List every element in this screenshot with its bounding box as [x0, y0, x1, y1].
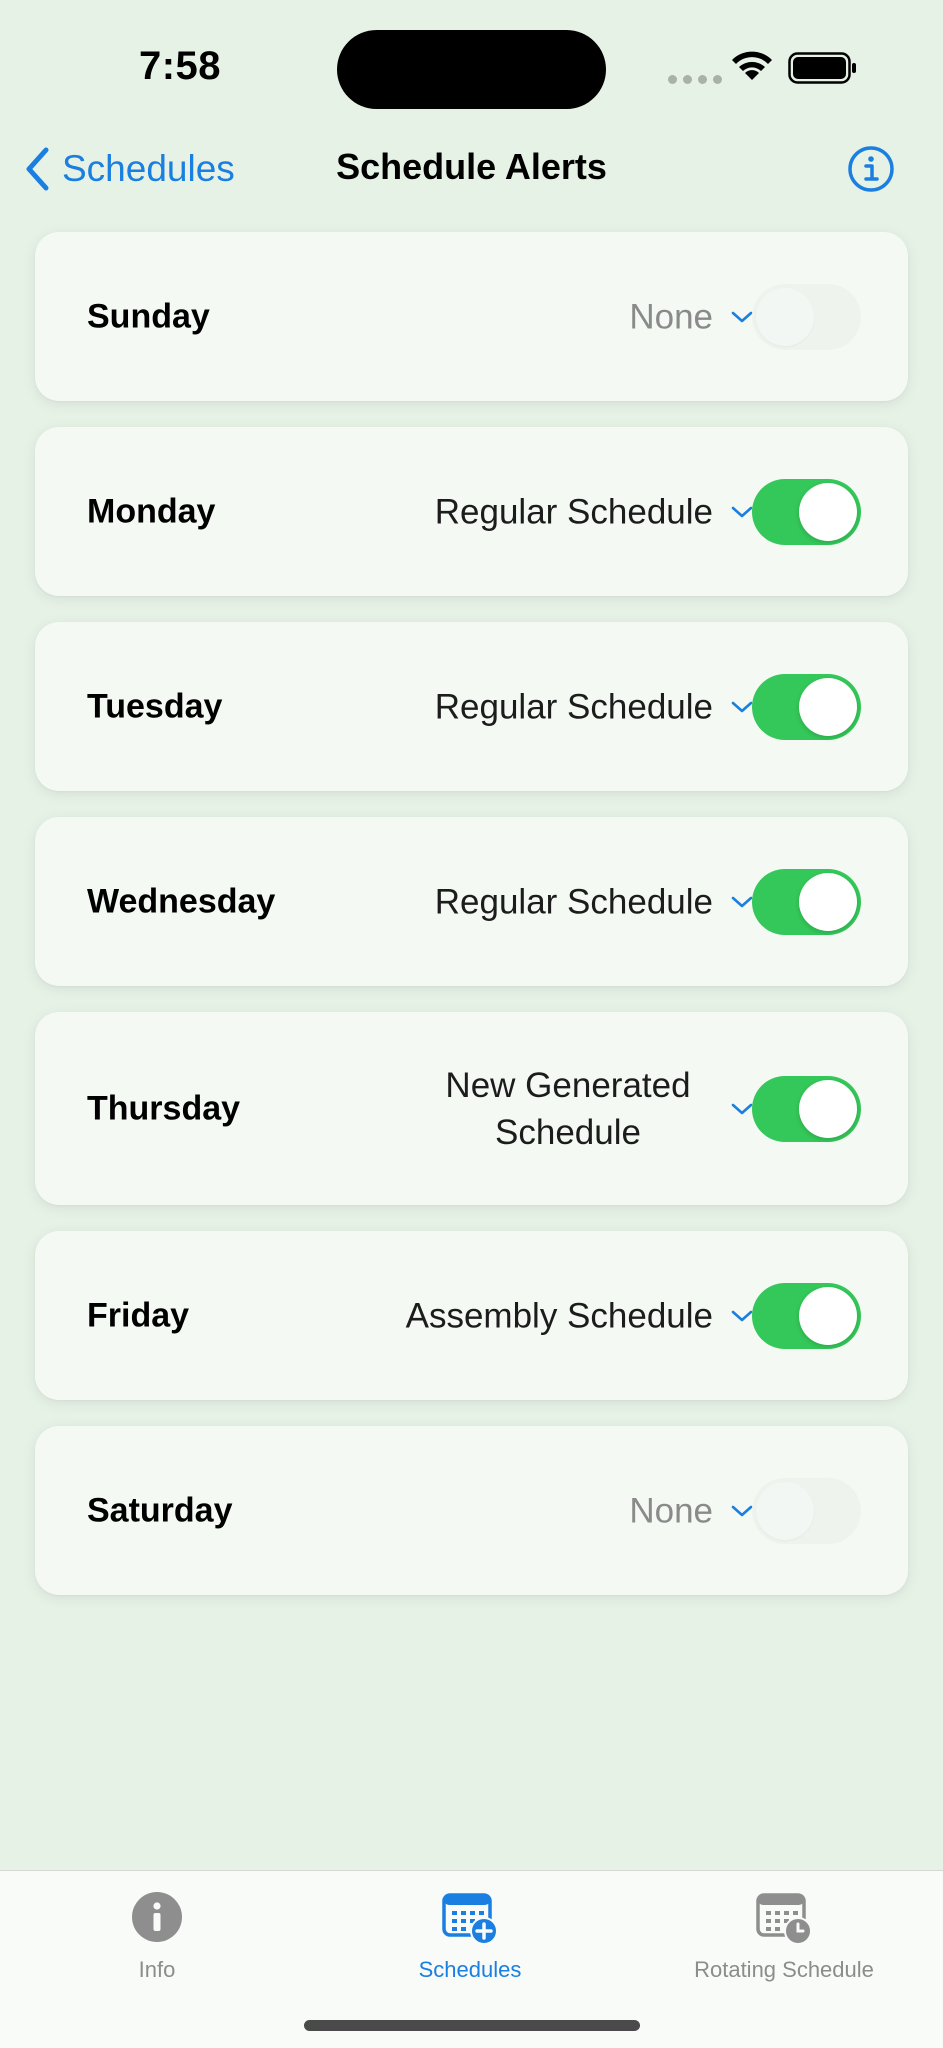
- day-list: Sunday None Monday Regular Schedule Tues…: [35, 232, 908, 1621]
- chevron-down-icon: [731, 896, 753, 907]
- toggle-knob: [799, 1286, 857, 1345]
- chevron-down-icon: [731, 1310, 753, 1321]
- home-indicator: [304, 2020, 640, 2031]
- toggle-knob: [799, 1079, 857, 1138]
- calendar-clock-icon: [756, 1893, 812, 1945]
- chevron-down-icon: [731, 1103, 753, 1114]
- day-row-thursday: Thursday New Generated Schedule: [35, 1012, 908, 1205]
- cellular-signal-icon: [668, 75, 722, 84]
- schedule-value: None: [629, 1491, 713, 1530]
- schedule-value: Assembly Schedule: [405, 1296, 713, 1335]
- tab-schedules[interactable]: Schedules: [320, 1889, 620, 1983]
- tab-label: Schedules: [418, 1957, 522, 1982]
- calendar-add-icon: [442, 1893, 498, 1945]
- day-row-wednesday: Wednesday Regular Schedule: [35, 817, 908, 986]
- day-label: Tuesday: [87, 687, 223, 725]
- chevron-down-icon: [731, 506, 753, 517]
- day-row-saturday: Saturday None: [35, 1426, 908, 1595]
- page-title: Schedule Alerts: [336, 146, 607, 187]
- toggle-knob: [756, 287, 814, 346]
- chevron-down-icon: [731, 1505, 753, 1516]
- dynamic-island: [337, 30, 606, 109]
- alert-toggle[interactable]: [752, 673, 861, 740]
- alert-toggle[interactable]: [752, 283, 861, 350]
- screen: 7:58 Schedules Schedule Alerts Sunday No…: [0, 0, 943, 2048]
- day-label: Sunday: [87, 297, 210, 335]
- info-button-icon[interactable]: [846, 144, 896, 194]
- day-row-tuesday: Tuesday Regular Schedule: [35, 622, 908, 791]
- info-circle-icon: [132, 1892, 182, 1942]
- toggle-knob: [799, 482, 857, 541]
- day-row-sunday: Sunday None: [35, 232, 908, 401]
- alert-toggle[interactable]: [752, 868, 861, 935]
- status-time: 7:58: [138, 44, 222, 88]
- toggle-knob: [756, 1481, 814, 1540]
- tab-label: Rotating Schedule: [694, 1957, 874, 1982]
- day-label: Saturday: [87, 1491, 233, 1529]
- schedule-value: Regular Schedule: [434, 687, 713, 726]
- day-row-friday: Friday Assembly Schedule: [35, 1231, 908, 1400]
- schedule-value: Regular Schedule: [434, 492, 713, 531]
- alert-toggle[interactable]: [752, 1075, 861, 1142]
- alert-toggle[interactable]: [752, 478, 861, 545]
- wifi-icon: [732, 51, 772, 80]
- tab-info[interactable]: Info: [7, 1889, 307, 1983]
- tab-rotating-schedule[interactable]: Rotating Schedule: [634, 1889, 934, 1983]
- day-label: Thursday: [87, 1089, 241, 1127]
- alert-toggle[interactable]: [752, 1282, 861, 1349]
- day-row-monday: Monday Regular Schedule: [35, 427, 908, 596]
- chevron-down-icon: [731, 311, 753, 322]
- toggle-knob: [799, 677, 857, 736]
- day-label: Monday: [87, 492, 216, 530]
- day-label: Friday: [87, 1296, 190, 1334]
- schedule-value: None: [629, 297, 713, 336]
- tab-label: Info: [138, 1957, 176, 1982]
- schedule-value: New Generated Schedule: [445, 1065, 691, 1152]
- toggle-knob: [799, 872, 857, 931]
- day-label: Wednesday: [87, 882, 276, 920]
- battery-icon: [788, 52, 856, 84]
- alert-toggle[interactable]: [752, 1477, 861, 1544]
- chevron-down-icon: [731, 701, 753, 712]
- schedule-value: Regular Schedule: [434, 882, 713, 921]
